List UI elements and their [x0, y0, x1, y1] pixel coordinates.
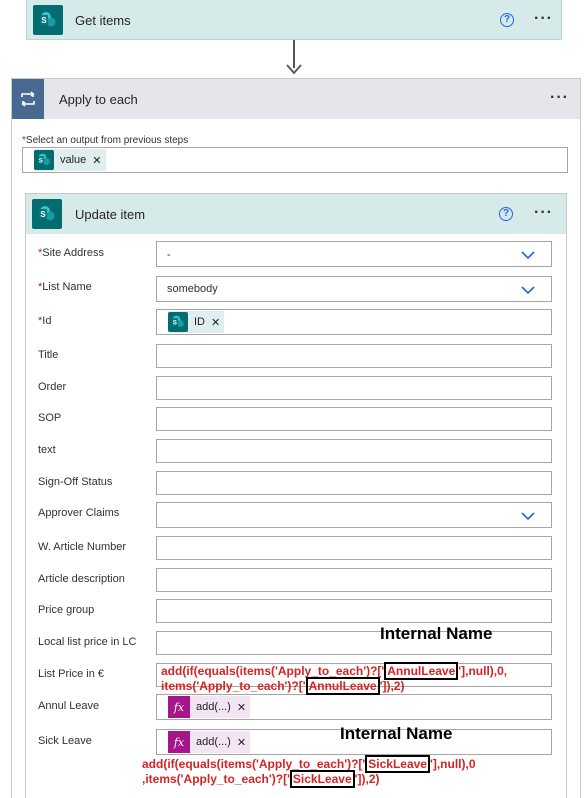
annul-leave-token-label: add(...)	[196, 701, 231, 713]
list-name-value: somebody	[167, 283, 218, 295]
site-address-field[interactable]: -	[156, 241, 552, 267]
help-icon[interactable]: ?	[499, 207, 513, 221]
svg-text:S: S	[41, 16, 47, 25]
remove-token-icon[interactable]: ✕	[237, 736, 246, 749]
loop-icon	[12, 79, 44, 119]
sick-leave-key-highlight: SickLeave	[365, 755, 430, 773]
remove-token-icon[interactable]: ✕	[237, 701, 246, 714]
annul-leave-key-highlight: AnnulLeave	[305, 677, 380, 695]
title-label: Title	[38, 349, 59, 361]
local-list-price-field[interactable]	[156, 631, 552, 655]
chevron-down-icon[interactable]	[521, 283, 535, 297]
order-field[interactable]	[156, 376, 552, 400]
title-field[interactable]	[156, 344, 552, 368]
list-name-label: *List Name	[38, 281, 92, 293]
sharepoint-icon: S	[33, 5, 63, 35]
apply-to-each-title: Apply to each	[59, 92, 138, 107]
sharepoint-icon: S	[34, 150, 54, 170]
value-token[interactable]: S value ✕	[34, 149, 106, 171]
price-group-field[interactable]	[156, 599, 552, 623]
id-token[interactable]: S ID ✕	[168, 311, 225, 333]
update-item-header[interactable]: S Update item ? ···	[26, 194, 566, 234]
sign-off-status-label: Sign-Off Status	[38, 476, 113, 488]
article-description-field[interactable]	[156, 568, 552, 592]
arrow-down-icon	[286, 64, 302, 75]
sick-leave-expression-annotation: add(if(equals(items('Apply_to_each')?[' S…	[142, 755, 476, 788]
more-options-icon[interactable]: ···	[550, 90, 569, 106]
svg-text:S: S	[40, 210, 46, 219]
output-field[interactable]: S value ✕	[22, 147, 568, 173]
sharepoint-icon: S	[32, 199, 62, 229]
svg-text:S: S	[173, 319, 177, 326]
update-item-title: Update item	[75, 207, 146, 222]
sharepoint-icon: S	[168, 312, 188, 332]
chevron-down-icon[interactable]	[521, 509, 535, 523]
sop-field[interactable]	[156, 407, 552, 431]
sop-label: SOP	[38, 412, 62, 424]
w-article-number-label: W. Article Number	[38, 541, 127, 553]
internal-name-annotation: Internal Name	[340, 724, 453, 743]
chevron-down-icon[interactable]	[521, 248, 535, 262]
output-label: *Select an output from previous steps	[22, 135, 189, 146]
apply-to-each-header[interactable]: Apply to each ···	[12, 79, 580, 119]
remove-token-icon[interactable]: ✕	[211, 316, 220, 329]
annul-leave-key-highlight: AnnulLeave	[384, 662, 459, 680]
annul-leave-label: Annul Leave	[38, 700, 100, 712]
annul-leave-expression-token[interactable]: fx add(...) ✕	[168, 696, 251, 718]
internal-name-annotation: Internal Name	[380, 624, 493, 643]
approver-claims-field[interactable]	[156, 502, 552, 528]
text-label: text	[38, 444, 56, 456]
annul-leave-field[interactable]: fx add(...) ✕	[156, 694, 552, 720]
site-address-value: -	[167, 249, 171, 261]
id-token-label: ID	[194, 316, 205, 328]
sick-leave-token-label: add(...)	[196, 736, 231, 748]
id-field[interactable]: S ID ✕	[156, 309, 552, 335]
text-field[interactable]	[156, 439, 552, 463]
w-article-number-field[interactable]	[156, 536, 552, 560]
price-group-label: Price group	[38, 604, 95, 616]
sick-leave-expression-token[interactable]: fx add(...) ✕	[168, 731, 251, 753]
list-price-label: List Price in €	[38, 668, 105, 680]
help-icon[interactable]: ?	[500, 13, 514, 27]
annul-leave-expression-annotation: add(if(equals(items('Apply_to_each')?[' A…	[161, 662, 508, 695]
list-name-field[interactable]: somebody	[156, 276, 552, 302]
sick-leave-label: Sick Leave	[38, 735, 92, 747]
value-token-label: value	[60, 154, 87, 166]
remove-token-icon[interactable]: ✕	[92, 154, 101, 167]
sign-off-status-field[interactable]	[156, 471, 552, 495]
site-address-label: *Site Address	[38, 247, 105, 259]
id-label: *Id	[38, 315, 52, 327]
article-description-label: Article description	[38, 573, 125, 585]
more-options-icon[interactable]: ···	[534, 11, 553, 27]
sick-leave-key-highlight: SickLeave	[289, 770, 355, 788]
local-list-price-label: Local list price in LC	[38, 636, 137, 648]
more-options-icon[interactable]: ···	[534, 205, 553, 221]
order-label: Order	[38, 381, 67, 393]
get-items-title: Get items	[75, 13, 131, 28]
expression-icon: fx	[168, 696, 190, 718]
svg-text:S: S	[39, 157, 43, 164]
approver-claims-label: Approver Claims	[38, 507, 120, 519]
get-items-card[interactable]: S Get items ? ···	[26, 0, 562, 40]
expression-icon: fx	[168, 731, 190, 753]
